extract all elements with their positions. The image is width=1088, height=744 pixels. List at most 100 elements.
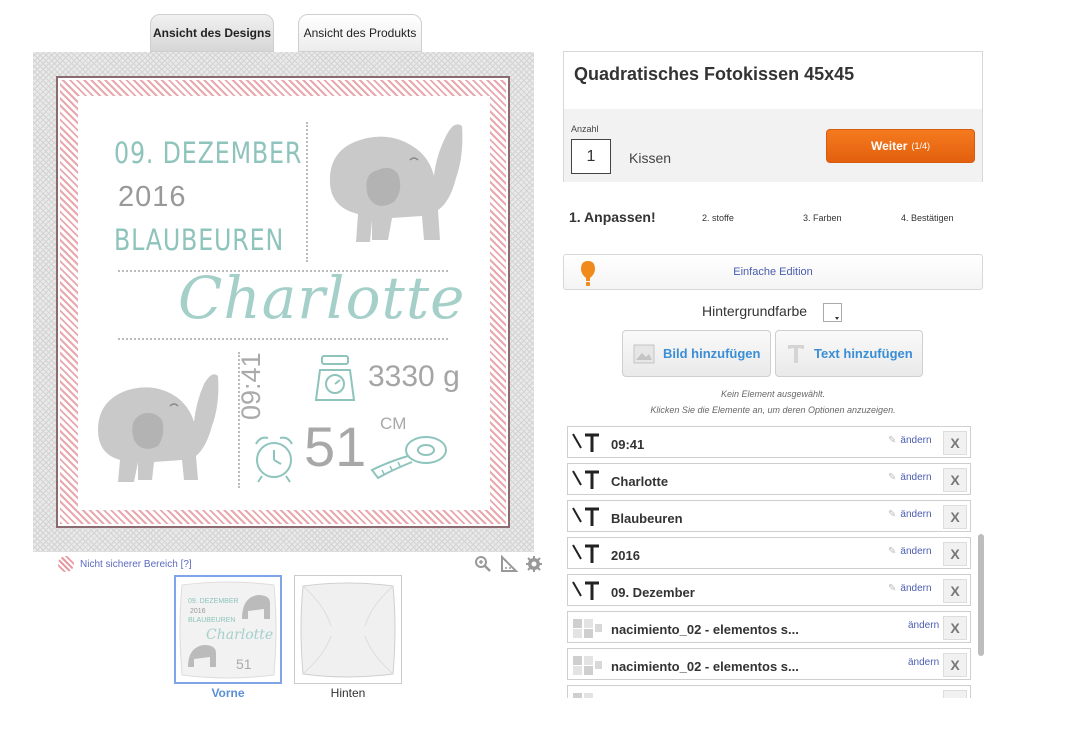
thumbnail-back-label[interactable]: Hinten [294, 686, 402, 700]
image-element-icon [573, 693, 593, 698]
svg-text:2016: 2016 [190, 608, 206, 615]
zoom-icon[interactable] [474, 555, 492, 573]
svg-text:09. DEZEMBER: 09. DEZEMBER [188, 598, 239, 605]
delete-button[interactable]: X [943, 505, 967, 529]
text-city[interactable]: BLAUBEUREN [114, 223, 284, 257]
step-fabrics[interactable]: 2. stoffe [702, 213, 734, 223]
tab-product-view[interactable]: Ansicht des Produkts [298, 14, 422, 52]
pencil-icon: ✎ [888, 509, 897, 520]
divider-vertical-top [306, 122, 308, 262]
unsafe-area-label[interactable]: Nicht sicherer Bereich [?] [80, 559, 192, 570]
elephant-top-icon[interactable] [322, 116, 464, 248]
thumbnail-front-label[interactable]: Vorne [174, 686, 282, 700]
edit-link[interactable]: ✎ ändern [888, 509, 932, 520]
element-row[interactable]: Charlotte ✎ ändern X [567, 463, 971, 495]
text-element-icon [572, 433, 599, 452]
edition-label: Einfache Edition [733, 266, 813, 278]
order-bar: Anzahl 1 Kissen Weiter (1/4) [564, 109, 982, 182]
element-label: Charlotte [611, 474, 669, 489]
svg-text:BLAUBEUREN: BLAUBEUREN [188, 617, 235, 624]
text-name[interactable]: Charlotte [178, 264, 465, 332]
delete-button[interactable]: X [943, 542, 967, 566]
unsafe-area-swatch [58, 556, 74, 572]
edition-bar[interactable]: Einfache Edition [563, 254, 983, 290]
elephant-bottom-icon[interactable] [94, 364, 222, 488]
pillow-front-preview: 09. DEZEMBER 2016 BLAUBEUREN Charlotte 5… [179, 581, 277, 679]
svg-text:51: 51 [236, 656, 252, 672]
text-date[interactable]: 09. DEZEMBER [114, 136, 302, 170]
element-label: nacimiento_02 - elementos s... [611, 622, 799, 637]
element-row[interactable]: nacimiento_02 - elementos s... ändern X [567, 648, 971, 680]
divider-horizontal-2 [118, 338, 448, 340]
product-title: Quadratisches Fotokissen 45x45 [574, 64, 855, 84]
scale-icon[interactable] [310, 354, 360, 404]
image-icon [633, 344, 655, 363]
tab-design-view[interactable]: Ansicht des Designs [150, 14, 274, 52]
delete-button[interactable]: X [943, 431, 967, 455]
unsafe-area-legend[interactable]: Nicht sicherer Bereich [?] [58, 556, 192, 572]
element-row[interactable]: 09. Dezember ✎ ändern X [567, 574, 971, 606]
element-row[interactable]: 09:41 ✎ ändern X [567, 426, 971, 458]
delete-button[interactable]: X [943, 616, 967, 640]
edit-link[interactable]: ✎ ändern [888, 583, 932, 594]
quantity-unit: Kissen [629, 150, 672, 166]
element-row[interactable]: nacimiento_02 - elementos s... ändern X [567, 611, 971, 643]
background-color-picker[interactable] [823, 303, 842, 322]
next-button-step: (1/4) [911, 141, 930, 151]
add-text-button[interactable]: Text hinzufügen [775, 330, 923, 377]
delete-button[interactable]: X [943, 468, 967, 492]
settings-gear-icon[interactable] [525, 555, 543, 573]
element-list[interactable]: 09:41 ✎ ändern X Charlotte ✎ ändern X Blau… [567, 424, 973, 698]
text-element-icon [572, 544, 599, 563]
design-content[interactable]: 09. DEZEMBER 2016 BLAUBEUREN Charlotte 0… [78, 96, 490, 510]
text-year[interactable]: 2016 [118, 181, 187, 214]
alarm-clock-icon[interactable] [250, 432, 298, 484]
edit-label: ändern [908, 657, 940, 668]
step-confirm[interactable]: 4. Bestätigen [901, 213, 954, 223]
text-weight[interactable]: 3330 g [368, 360, 460, 394]
product-box: Quadratisches Fotokissen 45x45 Anzahl 1 … [563, 51, 983, 182]
element-label: Blaubeuren [611, 511, 683, 526]
design-canvas[interactable]: 09. DEZEMBER 2016 BLAUBEUREN Charlotte 0… [33, 52, 534, 552]
element-list-scrollbar[interactable] [978, 534, 984, 656]
delete-button[interactable]: X [943, 653, 967, 677]
edit-link[interactable]: ✎ ändern [888, 546, 932, 557]
text-element-icon [572, 507, 599, 526]
pencil-icon: ✎ [888, 472, 897, 483]
edit-label: ändern [900, 509, 932, 520]
edit-link[interactable]: ✎ ändern [888, 472, 932, 483]
dropdown-corner-icon [835, 317, 839, 320]
edit-link[interactable]: ändern [908, 657, 939, 668]
edit-link[interactable]: ändern [908, 620, 939, 631]
add-image-button[interactable]: Bild hinzufügen [622, 330, 771, 377]
element-label: 09:41 [611, 437, 645, 452]
ruler-icon[interactable] [500, 555, 518, 573]
element-label: nacimiento_02 - elementos s... [611, 659, 799, 674]
thumbnail-front[interactable]: 09. DEZEMBER 2016 BLAUBEUREN Charlotte 5… [174, 575, 282, 684]
step-colors[interactable]: 3. Farben [803, 213, 842, 223]
quantity-input[interactable]: 1 [571, 139, 611, 174]
next-button[interactable]: Weiter (1/4) [826, 129, 975, 163]
element-row-partial[interactable] [567, 685, 971, 698]
element-row[interactable]: 2016 ✎ ändern X [567, 537, 971, 569]
edit-label: ändern [900, 583, 932, 594]
thumbnail-back[interactable] [294, 575, 402, 684]
text-time[interactable]: 09:41 [236, 352, 267, 420]
image-element-icon [573, 656, 602, 675]
edit-label: ändern [908, 620, 940, 631]
delete-button[interactable] [943, 690, 967, 698]
edit-link[interactable]: ✎ ändern [888, 435, 932, 446]
measuring-tape-icon[interactable] [368, 434, 450, 480]
text-element-icon [572, 470, 599, 489]
step-customize[interactable]: 1. Anpassen! [569, 209, 656, 225]
text-length-unit[interactable]: CM [380, 414, 406, 434]
delete-button[interactable]: X [943, 579, 967, 603]
pencil-icon: ✎ [888, 546, 897, 557]
element-label: 09. Dezember [611, 585, 695, 600]
quantity-label: Anzahl [571, 124, 599, 134]
edit-label: ändern [900, 546, 932, 557]
text-length[interactable]: 51 [304, 414, 366, 479]
element-row[interactable]: Blaubeuren ✎ ändern X [567, 500, 971, 532]
pillow-back-preview [300, 582, 396, 678]
hint-no-selection: Kein Element ausgewählt. [720, 389, 826, 399]
